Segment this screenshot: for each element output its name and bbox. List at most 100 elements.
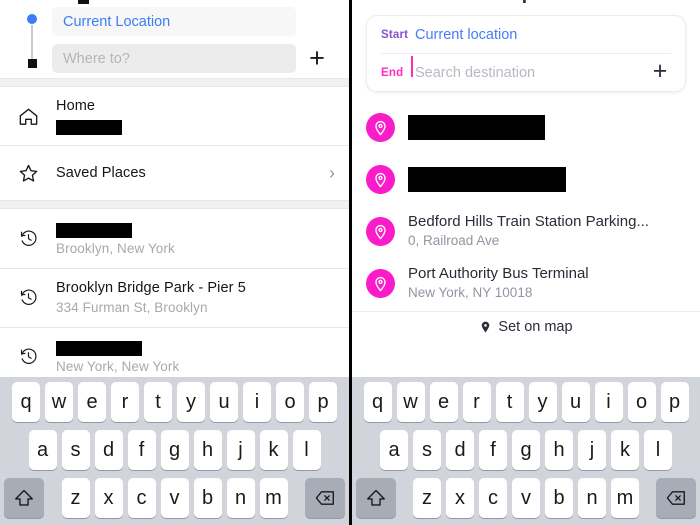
route-marker-track: [25, 14, 39, 68]
key-l[interactable]: l: [644, 430, 672, 470]
destination-input-placeholder: Where to?: [63, 50, 130, 67]
add-stop-button[interactable]: +: [303, 45, 331, 73]
key-g[interactable]: g: [160, 430, 189, 470]
keyboard-row-2: a s d f g h j k l: [2, 430, 347, 470]
key-d[interactable]: d: [446, 430, 474, 470]
recent-subtitle: 334 Furman St, Brooklyn: [56, 299, 208, 315]
key-m[interactable]: m: [259, 478, 288, 518]
end-tag-label: End: [381, 66, 404, 79]
key-t[interactable]: t: [144, 382, 172, 422]
key-r[interactable]: r: [462, 382, 491, 422]
key-n[interactable]: n: [578, 478, 606, 518]
keyboard-row-1: q w e r t y u i o p: [2, 382, 347, 422]
key-x[interactable]: x: [94, 478, 123, 518]
start-field-row[interactable]: Start Current location: [367, 16, 685, 53]
key-k[interactable]: k: [611, 430, 639, 470]
key-d[interactable]: d: [94, 430, 123, 470]
key-h[interactable]: h: [545, 430, 573, 470]
keyboard-row-3: z x c v b n m: [354, 478, 698, 518]
start-tag-label: Start: [381, 28, 409, 41]
key-v[interactable]: v: [160, 478, 189, 518]
key-e[interactable]: e: [78, 382, 106, 422]
key-v[interactable]: v: [512, 478, 540, 518]
origin-input[interactable]: Current Location: [52, 7, 296, 36]
key-a[interactable]: a: [28, 430, 57, 470]
key-x[interactable]: x: [446, 478, 474, 518]
result-row[interactable]: Port Authority Bus Terminal New York, NY…: [352, 257, 700, 309]
key-p[interactable]: p: [309, 382, 337, 422]
pin-badge: [365, 112, 395, 142]
shift-up-arrow-icon[interactable]: [356, 478, 396, 518]
key-m[interactable]: m: [611, 478, 639, 518]
key-a[interactable]: a: [380, 430, 408, 470]
recent-row[interactable]: Brooklyn, New York: [0, 209, 349, 268]
key-c[interactable]: c: [479, 478, 507, 518]
key-j[interactable]: j: [226, 430, 255, 470]
add-stop-button[interactable]: +: [648, 59, 672, 84]
set-on-map-button[interactable]: Set on map: [352, 312, 700, 342]
destination-square-icon: [27, 59, 37, 68]
recent-body: Brooklyn Bridge Park - Pier 5 334 Furman…: [56, 279, 335, 317]
clock-history-icon: [0, 347, 56, 366]
result-subtitle: New York, NY 10018: [408, 285, 533, 300]
key-n[interactable]: n: [226, 478, 255, 518]
key-o[interactable]: o: [627, 382, 656, 422]
backspace-delete-icon[interactable]: [656, 478, 696, 518]
result-body: Port Authority Bus Terminal New York, NY…: [408, 264, 589, 302]
key-f[interactable]: f: [127, 430, 156, 470]
key-q[interactable]: q: [12, 382, 40, 422]
key-r[interactable]: r: [111, 382, 139, 422]
key-z[interactable]: z: [61, 478, 90, 518]
key-f[interactable]: f: [479, 430, 507, 470]
key-s[interactable]: s: [61, 430, 90, 470]
key-o[interactable]: o: [276, 382, 304, 422]
end-field-row[interactable]: End Search destination +: [367, 54, 685, 91]
onscreen-keyboard[interactable]: q w e r t y u i o p a s d f g h j k l z …: [0, 377, 349, 525]
key-l[interactable]: l: [292, 430, 321, 470]
key-i[interactable]: i: [594, 382, 623, 422]
key-b[interactable]: b: [193, 478, 222, 518]
recent-subtitle: New York, New York: [56, 358, 180, 374]
destination-input[interactable]: Where to?: [52, 44, 296, 73]
result-title-redacted: [408, 166, 566, 192]
onscreen-keyboard[interactable]: q w e r t y u i o p a s d f g h j k l z …: [352, 377, 700, 525]
recent-row[interactable]: Brooklyn Bridge Park - Pier 5 334 Furman…: [0, 268, 349, 327]
key-k[interactable]: k: [259, 430, 288, 470]
result-row[interactable]: Bedford Hills Train Station Parking... 0…: [352, 205, 700, 257]
result-body: Bedford Hills Train Station Parking... 0…: [408, 212, 649, 250]
star-icon: [0, 162, 56, 185]
shift-up-arrow-icon[interactable]: [4, 478, 44, 518]
key-w[interactable]: w: [45, 382, 73, 422]
key-t[interactable]: t: [495, 382, 524, 422]
key-y[interactable]: y: [177, 382, 205, 422]
key-p[interactable]: p: [660, 382, 689, 422]
key-j[interactable]: j: [578, 430, 606, 470]
section-separator: [0, 78, 349, 87]
key-w[interactable]: w: [396, 382, 425, 422]
map-pin-icon: [352, 164, 408, 194]
recent-subtitle: Brooklyn, New York: [56, 240, 175, 256]
key-g[interactable]: g: [512, 430, 540, 470]
result-row[interactable]: [352, 101, 700, 153]
key-y[interactable]: y: [528, 382, 557, 422]
key-c[interactable]: c: [127, 478, 156, 518]
keyboard-row-3: z x c v b n m: [2, 478, 347, 518]
key-i[interactable]: i: [243, 382, 271, 422]
key-u[interactable]: u: [210, 382, 238, 422]
key-z[interactable]: z: [413, 478, 441, 518]
backspace-delete-icon[interactable]: [305, 478, 345, 518]
right-header: Cancel Drop off: [352, 0, 700, 8]
key-q[interactable]: q: [363, 382, 392, 422]
key-e[interactable]: e: [429, 382, 458, 422]
result-row[interactable]: [352, 153, 700, 205]
key-u[interactable]: u: [561, 382, 590, 422]
start-field-value: Current location: [415, 26, 518, 43]
clock-history-icon: [0, 288, 56, 307]
key-s[interactable]: s: [413, 430, 441, 470]
shortcut-row-home[interactable]: Home: [0, 87, 349, 146]
map-pin-icon: [352, 268, 408, 298]
key-h[interactable]: h: [193, 430, 222, 470]
route-fields: Current Location Where to? +: [0, 0, 349, 78]
key-b[interactable]: b: [545, 478, 573, 518]
shortcut-row-saved-places[interactable]: Saved Places ›: [0, 146, 349, 201]
